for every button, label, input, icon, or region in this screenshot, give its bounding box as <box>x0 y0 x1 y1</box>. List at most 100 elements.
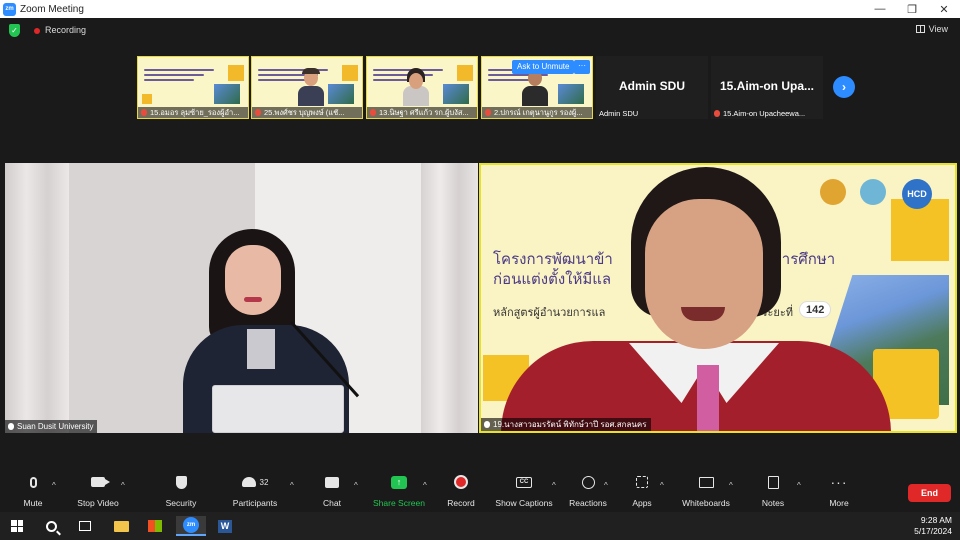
building-image <box>214 84 240 104</box>
mic-muted-icon <box>141 109 147 116</box>
end-meeting-button[interactable]: End <box>908 484 951 502</box>
whiteboard-icon <box>698 476 714 488</box>
participant-name: 2.ปกรณ์ เกตุนานูกูร รองผู้... <box>482 107 592 118</box>
encryption-shield-icon[interactable]: ✓ <box>9 24 20 37</box>
clock-time: 9:28 AM <box>920 515 952 525</box>
speaker-video <box>501 165 891 431</box>
word-taskbar-button[interactable]: W <box>214 516 236 536</box>
recording-dot-icon <box>34 28 40 34</box>
view-button[interactable]: View <box>915 24 948 34</box>
reactions-button[interactable]: Reactions <box>568 472 608 512</box>
reactions-label: Reactions <box>569 498 607 508</box>
title-bar: zm Zoom Meeting — ❐ ✕ <box>0 0 960 18</box>
chat-bubble-icon <box>325 476 339 488</box>
participant-name: 13.นิษฐา ศรีแก้ว รก.ผู้บงัส... <box>367 107 477 118</box>
chat-caret-icon[interactable]: ^ <box>354 481 358 490</box>
zoom-app-icon: zm <box>183 517 199 533</box>
security-button[interactable]: Security <box>164 472 198 512</box>
chat-button[interactable]: Chat <box>320 472 344 512</box>
whiteboards-caret-icon[interactable]: ^ <box>729 481 733 490</box>
apps-caret-icon[interactable]: ^ <box>660 481 664 490</box>
next-page-chevron-icon[interactable]: › <box>833 76 855 98</box>
show-captions-label: Show Captions <box>495 498 553 508</box>
participant-thumbnail[interactable]: 15.อมอร ลุมซ้าย_รองผู้อำ... <box>137 56 249 119</box>
security-shield-icon <box>175 475 187 489</box>
mute-label: Mute <box>23 498 43 508</box>
whiteboards-button[interactable]: Whiteboards <box>680 472 732 512</box>
more-options-button[interactable]: ··· <box>574 60 590 74</box>
windows-taskbar: zm W 9:28 AM 5/17/2024 <box>0 512 960 540</box>
window-controls: — ❐ ✕ <box>864 0 960 18</box>
microphone-icon <box>29 476 37 488</box>
windows-logo-icon <box>11 520 23 532</box>
chat-label: Chat <box>323 498 341 508</box>
maximize-button[interactable]: ❐ <box>896 0 928 18</box>
participant-video <box>401 68 431 106</box>
participants-button[interactable]: 32 Participants <box>230 472 280 512</box>
zoom-logo-icon: zm <box>3 2 16 16</box>
recording-label[interactable]: Recording <box>45 25 86 35</box>
share-caret-icon[interactable]: ^ <box>423 481 427 490</box>
minimize-button[interactable]: — <box>864 0 896 18</box>
video-tile-left[interactable]: Suan Dusit University <box>5 163 478 433</box>
participants-caret-icon[interactable]: ^ <box>290 481 294 490</box>
closed-captions-icon: CC <box>516 476 532 488</box>
notes-label: Notes <box>761 498 785 508</box>
more-button[interactable]: ··· More <box>826 472 852 512</box>
mic-muted-icon <box>714 110 720 117</box>
participant-display-name: Admin SDU <box>619 79 685 93</box>
more-dots-icon: ··· <box>830 474 848 490</box>
stop-video-button[interactable]: Stop Video <box>74 472 122 512</box>
meeting-toolbar: Mute ^ Stop Video ^ Security 32 Particip… <box>0 472 960 512</box>
meeting-top-bar: ✓ Recording View <box>0 18 960 44</box>
participant-thumbnail[interactable]: 25.พงศ์ชร บุญพงษ์ (แชั... <box>251 56 363 119</box>
participants-count: 32 <box>259 477 269 487</box>
participant-name: Admin SDU <box>599 109 639 118</box>
participant-thumbnail[interactable]: 13.นิษฐา ศรีแก้ว รก.ผู้บงัส... <box>366 56 478 119</box>
system-clock[interactable]: 9:28 AM 5/17/2024 <box>914 515 952 537</box>
folder-icon <box>113 520 129 532</box>
reactions-caret-icon[interactable]: ^ <box>604 481 608 490</box>
whiteboards-label: Whiteboards <box>682 498 730 508</box>
captions-caret-icon[interactable]: ^ <box>552 481 556 490</box>
task-view-icon <box>79 521 91 531</box>
participants-icon <box>241 477 256 487</box>
participant-thumbnail[interactable]: Ask to Unmute ··· 2.ปกรณ์ เกตุนานูกูร รอ… <box>481 56 593 119</box>
mute-button[interactable]: Mute <box>18 472 48 512</box>
apps-icon <box>636 476 648 488</box>
participant-thumbnail[interactable]: 15.Aim-on Upa... 15.Aim-on Upacheewa... <box>711 56 823 119</box>
apps-button[interactable]: Apps <box>630 472 654 512</box>
task-view-button[interactable] <box>74 516 96 536</box>
search-button[interactable] <box>40 516 62 536</box>
participant-thumbnail[interactable]: Admin SDU Admin SDU <box>596 56 708 119</box>
video-tile-active-speaker[interactable]: HCD โครงการพัฒนาข้า รทางการศึกษา ก่อนแต่… <box>479 163 957 433</box>
participant-name: 25.พงศ์ชร บุญพงษ์ (แชั... <box>252 107 362 118</box>
ask-to-unmute-button[interactable]: Ask to Unmute <box>512 60 575 74</box>
store-button[interactable] <box>144 516 166 536</box>
notes-caret-icon[interactable]: ^ <box>797 481 801 490</box>
close-button[interactable]: ✕ <box>928 0 960 18</box>
tile-participant-name: 19.นางสาวอมรรัตน์ พิทักษ์วาปี รอศ.สกลนคร <box>481 418 651 431</box>
slide-cube-graphic <box>228 65 244 81</box>
mic-muted-icon <box>255 109 261 116</box>
participant-name: 15.อมอร ลุมซ้าย_รองผู้อำ... <box>138 107 248 118</box>
record-button[interactable]: Record <box>446 472 476 512</box>
notes-icon <box>767 475 779 489</box>
curtain-background <box>5 163 69 433</box>
participant-display-name: 15.Aim-on Upa... <box>719 79 814 93</box>
security-label: Security <box>165 498 197 508</box>
share-screen-arrow-icon: ↑ <box>391 475 407 489</box>
notes-button[interactable]: Notes <box>760 472 786 512</box>
audio-options-caret-icon[interactable]: ^ <box>52 481 56 490</box>
video-camera-icon <box>91 477 110 487</box>
zoom-taskbar-button[interactable]: zm <box>176 516 206 536</box>
show-captions-button[interactable]: CC Show Captions <box>494 472 554 512</box>
start-button[interactable] <box>6 516 28 536</box>
record-label: Record <box>447 498 475 508</box>
file-explorer-button[interactable] <box>110 516 132 536</box>
video-options-caret-icon[interactable]: ^ <box>121 481 125 490</box>
store-icon <box>148 520 162 532</box>
mic-icon <box>8 423 14 430</box>
hcd-logo-icon: HCD <box>902 179 932 209</box>
share-screen-button[interactable]: ↑ Share Screen <box>372 472 426 512</box>
